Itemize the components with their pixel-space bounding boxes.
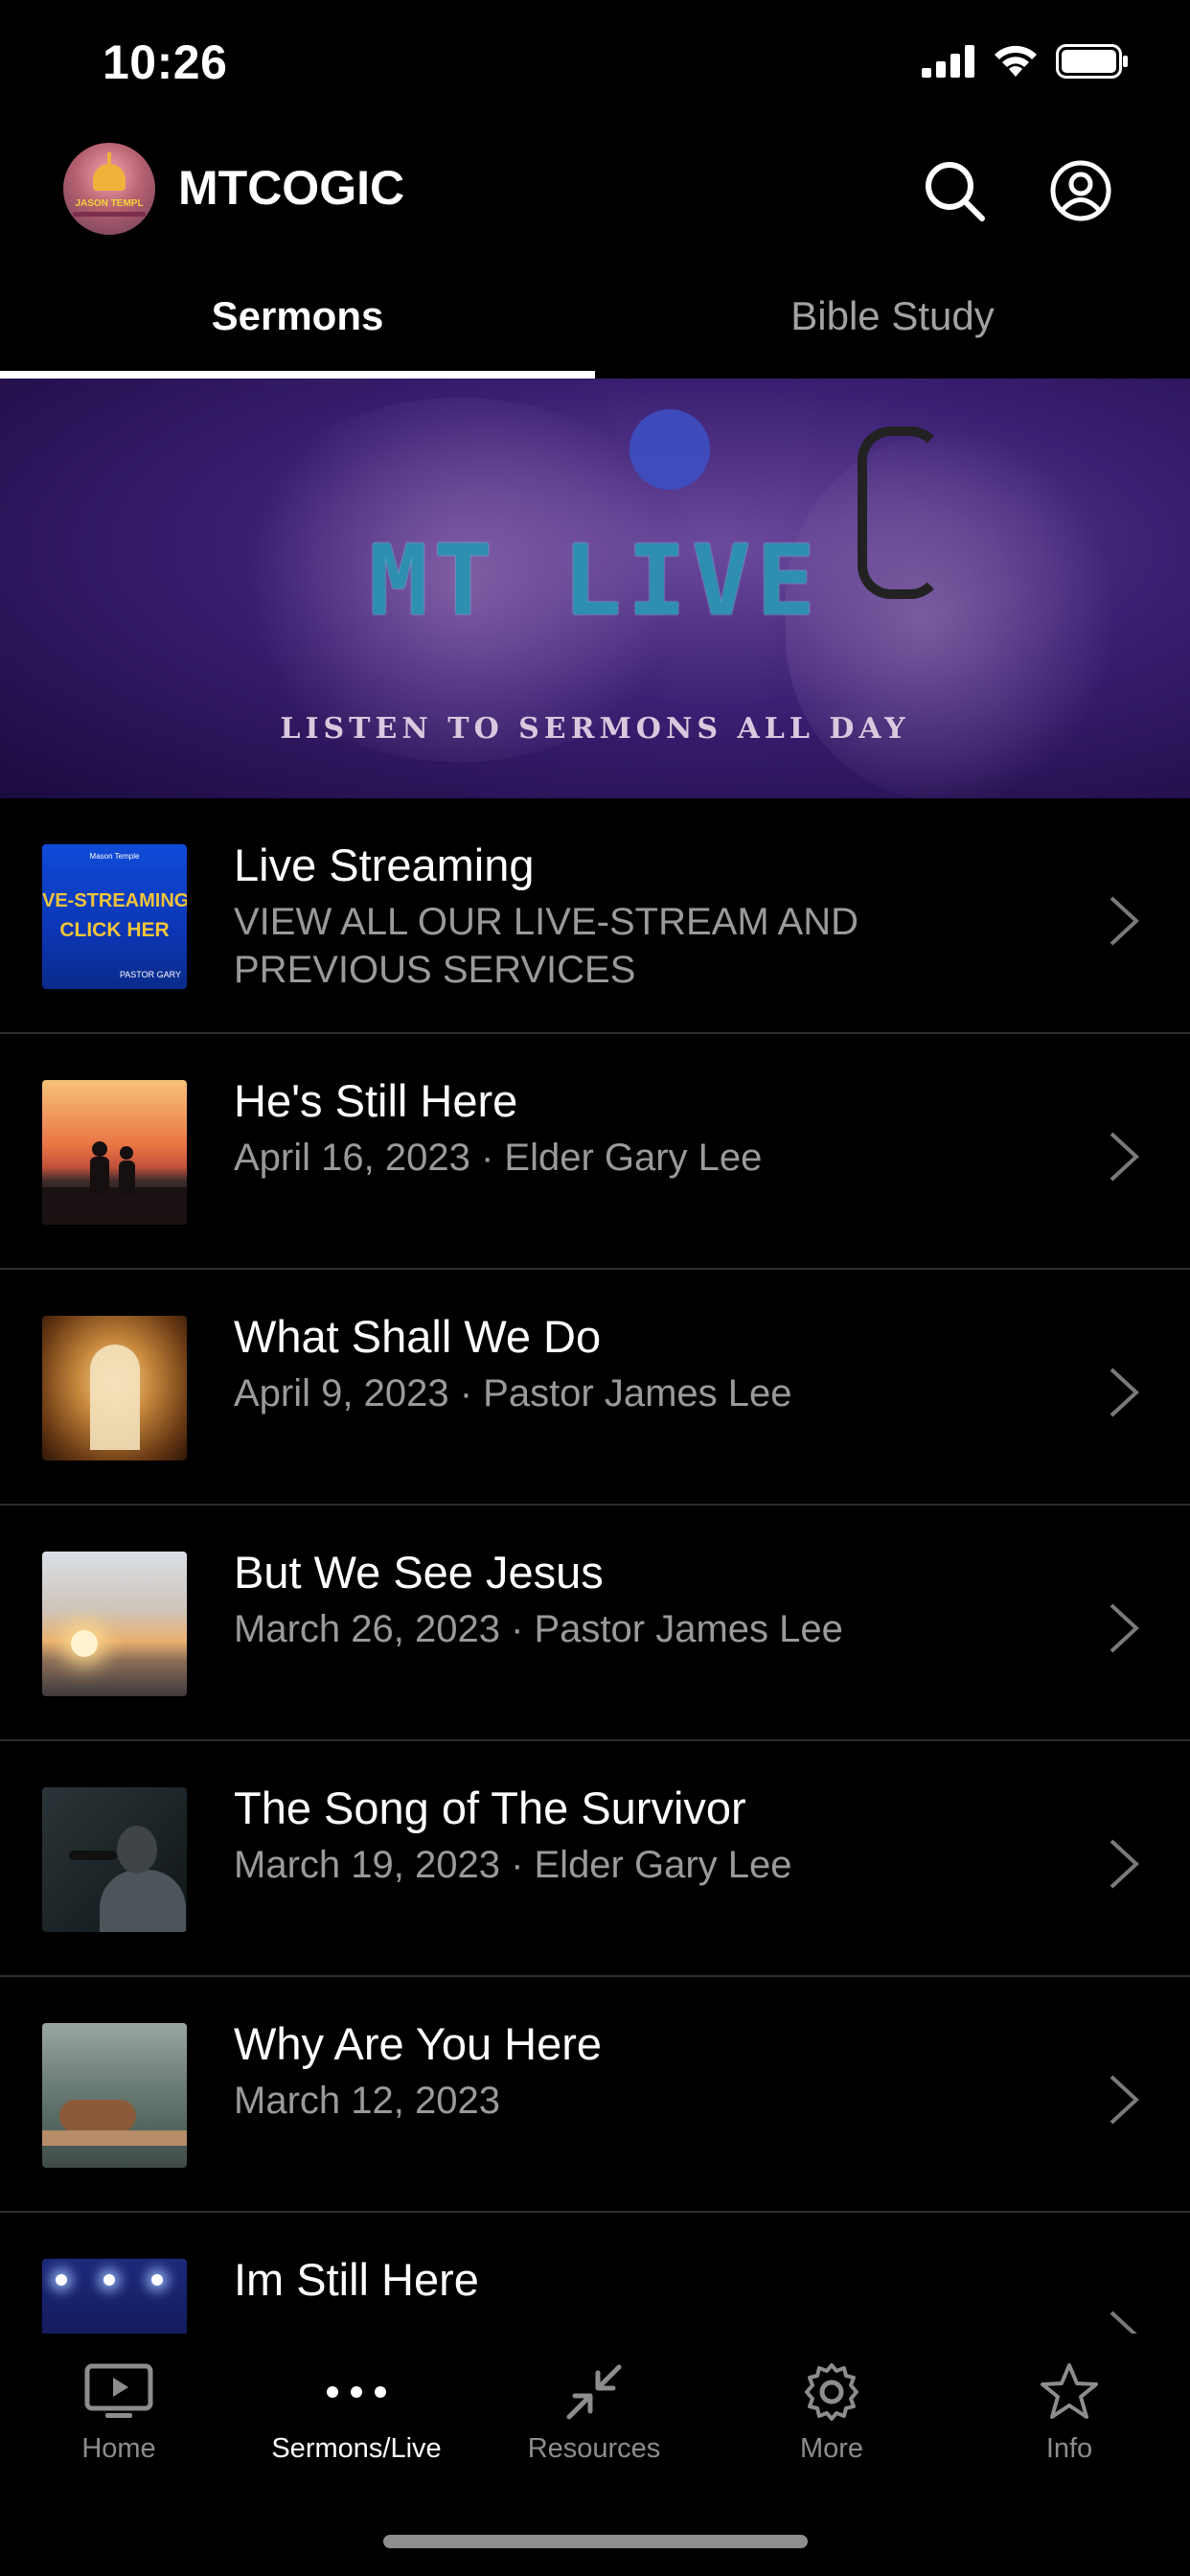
compress-arrows-icon <box>566 2364 622 2420</box>
chevron-right-icon <box>1110 1839 1139 1889</box>
app-title: MTCOGIC <box>178 161 405 215</box>
nav-info[interactable]: Info <box>950 2358 1188 2483</box>
signal-icon <box>922 45 974 78</box>
list-item[interactable]: The Song of The Survivor March 19, 2023 … <box>0 1741 1190 1977</box>
active-tab-indicator <box>0 371 595 379</box>
search-icon <box>926 162 985 221</box>
nav-more[interactable]: More <box>713 2358 950 2483</box>
item-subtitle: April 9, 2023 · Pastor James Lee <box>234 1372 792 1414</box>
nav-label: Resources <box>527 2433 661 2464</box>
item-title: Live Streaming <box>234 840 535 890</box>
item-title: Im Still Here <box>234 2254 479 2305</box>
more-dots-icon <box>327 2386 386 2398</box>
tab-label: Bible Study <box>790 293 995 338</box>
item-subtitle: VIEW ALL OUR LIVE-STREAM AND PREVIOUS SE… <box>234 901 859 991</box>
status-icons <box>922 44 1129 79</box>
sermon-thumbnail <box>42 1552 187 1696</box>
star-icon <box>1041 2363 1098 2419</box>
live-streaming-thumbnail: Mason Temple VE-STREAMING CLICK HER PAST… <box>42 844 187 989</box>
item-subtitle: March 12, 2023 <box>234 2080 500 2122</box>
battery-icon <box>1056 44 1128 79</box>
banner-title: MT LIVE <box>369 524 821 638</box>
nav-label: Sermons/Live <box>271 2433 442 2464</box>
status-bar: 10:26 <box>0 0 1190 129</box>
nav-home[interactable]: Home <box>0 2358 238 2483</box>
sermon-list: Mason Temple VE-STREAMING CLICK HER PAST… <box>0 798 1190 2334</box>
item-subtitle: March 19, 2023 · Elder Gary Lee <box>234 1844 792 1886</box>
list-item[interactable]: Why Are You Here March 12, 2023 <box>0 1977 1190 2213</box>
sermon-thumbnail <box>42 1080 187 1225</box>
app-header: JASON TEMPL MTCOGIC <box>0 129 1190 254</box>
mt-live-banner[interactable]: MT LIVE LISTEN TO SERMONS ALL DAY <box>0 379 1190 798</box>
tab-bar: Sermons Bible Study <box>0 254 1190 379</box>
sermon-thumbnail <box>42 2259 187 2334</box>
sermon-thumbnail <box>42 2023 187 2168</box>
chevron-right-icon <box>1110 1368 1139 1417</box>
list-item[interactable]: He's Still Here April 16, 2023 · Elder G… <box>0 1034 1190 1270</box>
nav-resources[interactable]: Resources <box>475 2358 713 2483</box>
item-subtitle: April 16, 2023 · Elder Gary Lee <box>234 1137 763 1179</box>
tab-sermons[interactable]: Sermons <box>0 254 595 379</box>
status-time: 10:26 <box>103 35 228 89</box>
item-title: But We See Jesus <box>234 1547 604 1598</box>
banner-subtitle: LISTEN TO SERMONS ALL DAY <box>280 712 910 746</box>
tab-bible-study[interactable]: Bible Study <box>595 254 1190 379</box>
sermon-thumbnail <box>42 1316 187 1460</box>
tv-play-icon <box>84 2363 153 2418</box>
item-title: Why Are You Here <box>234 2018 603 2069</box>
chevron-right-icon <box>1110 2311 1137 2334</box>
nav-label: Info <box>1045 2433 1093 2464</box>
chevron-right-icon <box>1110 896 1139 946</box>
tab-label: Sermons <box>211 293 384 338</box>
user-circle-icon <box>1050 160 1111 221</box>
nav-label: Home <box>81 2433 156 2464</box>
list-item[interactable]: Im Still Here <box>0 2213 1190 2334</box>
chevron-right-icon <box>1110 1603 1139 1653</box>
home-indicator[interactable] <box>383 2535 808 2548</box>
sermon-thumbnail <box>42 1787 187 1932</box>
list-item[interactable]: What Shall We Do April 9, 2023 · Pastor … <box>0 1270 1190 1506</box>
chevron-right-icon <box>1110 2075 1139 2125</box>
item-title: He's Still Here <box>234 1075 518 1126</box>
wifi-icon <box>995 45 1037 77</box>
account-button[interactable] <box>1046 156 1115 225</box>
list-item[interactable]: But We See Jesus March 26, 2023 · Pastor… <box>0 1506 1190 1741</box>
chevron-right-icon <box>1110 1132 1139 1182</box>
item-title: The Song of The Survivor <box>234 1782 746 1833</box>
church-logo-avatar[interactable]: JASON TEMPL <box>63 143 155 235</box>
search-button[interactable] <box>920 156 989 225</box>
item-title: What Shall We Do <box>234 1311 602 1362</box>
nav-sermons-live[interactable]: Sermons/Live <box>238 2358 475 2483</box>
list-item[interactable]: Mason Temple VE-STREAMING CLICK HER PAST… <box>0 798 1190 1034</box>
nav-label: More <box>799 2433 864 2464</box>
gear-icon <box>805 2363 858 2421</box>
item-subtitle: March 26, 2023 · Pastor James Lee <box>234 1608 843 1650</box>
